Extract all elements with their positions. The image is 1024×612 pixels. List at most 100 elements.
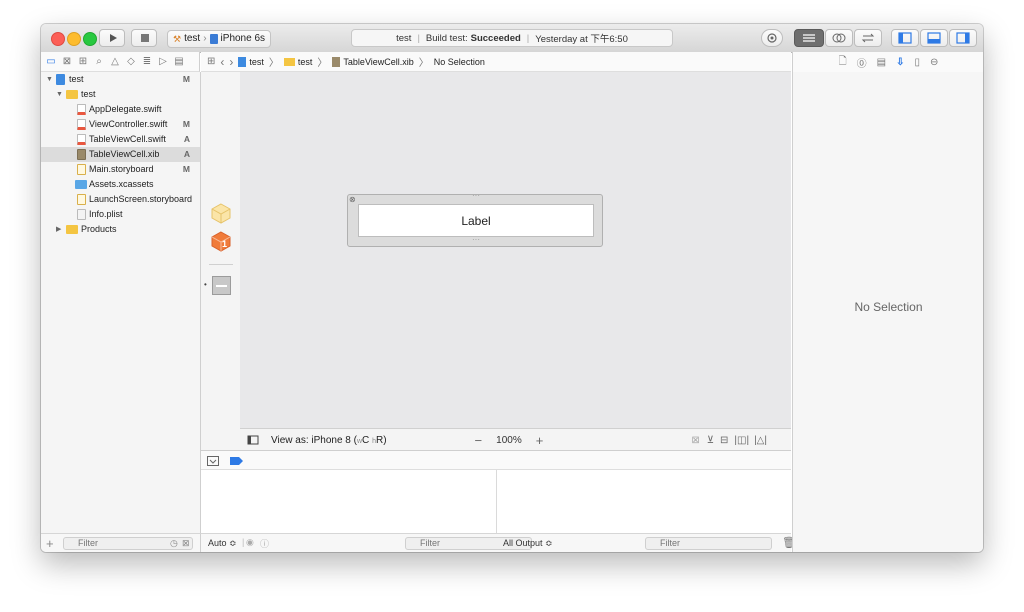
navigator-filter-bar: + ◷ ⊠ xyxy=(41,533,201,552)
quick-help-icon[interactable]: ⓪ xyxy=(857,55,867,70)
hide-debug-area-icon[interactable] xyxy=(207,456,219,466)
document-outline-toggle-icon[interactable] xyxy=(247,434,259,446)
console-view[interactable] xyxy=(497,470,791,533)
cell-label[interactable]: Label xyxy=(461,214,490,228)
disclosure-triangle-icon[interactable]: ▶ xyxy=(56,222,61,237)
assistant-editor-button[interactable] xyxy=(825,29,853,47)
canvas-bottom-bar: View as: iPhone 8 (wC hR) − 100% + ⊠ ⊻ ⊟… xyxy=(240,428,791,451)
breadcrumb-item[interactable]: test xyxy=(238,56,264,67)
standard-editor-button[interactable] xyxy=(794,29,824,47)
minimize-window-button[interactable] xyxy=(67,32,81,46)
inspector-pane: No Selection xyxy=(792,72,983,552)
table-view-cell[interactable]: ⊗ ··· ··· Label xyxy=(347,191,603,247)
forward-arrow-icon[interactable]: › xyxy=(229,55,233,69)
stop-button[interactable] xyxy=(131,29,157,47)
recent-files-icon[interactable]: ◷ xyxy=(170,538,178,549)
info-icon[interactable]: ⓘ xyxy=(260,537,269,550)
library-button[interactable] xyxy=(761,29,783,47)
breadcrumb-label: test xyxy=(297,56,313,67)
status-badge: A xyxy=(183,134,190,144)
tree-item-file[interactable]: TableViewCell.swift A xyxy=(41,132,200,147)
scheme-selector[interactable]: ⚒ test › iPhone 6s xyxy=(167,30,272,48)
symbol-navigator-icon[interactable]: ⊞ xyxy=(77,56,89,68)
assets-folder-icon xyxy=(75,180,87,189)
file-inspector-icon[interactable]: 🗋 xyxy=(839,54,847,71)
toggle-inspector-button[interactable] xyxy=(949,29,977,47)
chevron-right-icon: 〉 xyxy=(268,58,279,69)
variables-scope-selector[interactable]: Auto ≎ xyxy=(208,538,237,549)
tree-item-file[interactable]: ViewController.swift M xyxy=(41,117,200,132)
interface-builder-canvas[interactable]: ⊗ ··· ··· Label xyxy=(240,72,791,428)
issue-icon[interactable]: △ xyxy=(109,56,121,68)
document-outline-strip: 1 • xyxy=(201,72,241,450)
breakpoint-navigator-icon[interactable]: ▷ xyxy=(157,56,169,68)
debug-navigator-icon[interactable]: ≣ xyxy=(141,56,153,68)
report-navigator-icon[interactable]: ▤ xyxy=(173,56,185,68)
resolve-issues-icon[interactable]: |△| xyxy=(754,435,767,446)
toggle-navigator-button[interactable] xyxy=(891,29,919,47)
close-window-button[interactable] xyxy=(51,32,65,46)
tree-item-file[interactable]: LaunchScreen.storyboard xyxy=(41,192,200,207)
device-icon xyxy=(209,34,218,44)
variables-view[interactable] xyxy=(201,470,497,533)
disclosure-triangle-icon[interactable]: ▼ xyxy=(46,72,53,87)
files-owner-icon[interactable] xyxy=(210,202,232,224)
table-cell-object-icon[interactable] xyxy=(212,276,231,295)
update-frames-icon[interactable]: ⊠ xyxy=(691,435,699,446)
tree-item-group[interactable]: ▶ Products xyxy=(41,222,200,237)
attributes-inspector-icon[interactable]: ⇩ xyxy=(896,57,904,68)
identity-inspector-icon[interactable]: ▤ xyxy=(877,57,886,68)
tree-item-group[interactable]: ▼ test xyxy=(41,87,200,102)
activity-time: Yesterday at 下午6:50 xyxy=(535,34,628,45)
zoom-in-icon[interactable]: + xyxy=(536,433,544,448)
tree-item-file-selected[interactable]: TableViewCell.xib A xyxy=(41,147,200,162)
run-button[interactable] xyxy=(99,29,125,47)
test-icon[interactable]: ◇ xyxy=(125,56,137,68)
pin-icon[interactable]: |◫| xyxy=(734,435,749,446)
tree-item-label: test xyxy=(81,89,96,99)
first-responder-icon[interactable] xyxy=(210,230,232,252)
tree-item-label: ViewController.swift xyxy=(89,119,168,129)
navigator-selector-bar: ▭ ⊠ ⊞ ⌕ △ ◇ ≣ ▷ ▤ xyxy=(41,52,200,72)
cell-content-view[interactable]: Label xyxy=(358,204,594,237)
activity-viewer: test | Build test: Succeeded | Yesterday… xyxy=(351,29,673,47)
add-icon[interactable]: + xyxy=(46,536,54,551)
resize-handle-top-icon[interactable]: ··· xyxy=(472,191,480,200)
connections-inspector-icon[interactable]: ⊖ xyxy=(930,57,938,68)
inspector-selector-bar: 🗋 ⓪ ▤ ⇩ ▯ ⊖ xyxy=(792,52,983,73)
version-editor-button[interactable] xyxy=(854,29,882,47)
embed-in-icon[interactable]: ⊻ xyxy=(707,435,714,446)
first-responder-badge: 1 xyxy=(222,239,228,249)
back-arrow-icon[interactable]: ‹ xyxy=(220,55,224,69)
zoom-window-button[interactable] xyxy=(83,32,97,46)
console-filter-input[interactable] xyxy=(645,537,772,550)
breakpoints-toggle-icon[interactable] xyxy=(230,457,243,465)
align-icon[interactable]: ⊟ xyxy=(720,435,728,446)
source-control-icon[interactable]: ⊠ xyxy=(61,56,73,68)
xib-file-icon xyxy=(332,56,341,67)
toolbar: ⚒ test › iPhone 6s test | Build test: Su… xyxy=(41,24,983,53)
size-inspector-icon[interactable]: ▯ xyxy=(914,57,920,68)
tree-item-file[interactable]: Assets.xcassets xyxy=(41,177,200,192)
disclosure-triangle-icon[interactable]: ▼ xyxy=(56,87,63,102)
xcode-window: ⚒ test › iPhone 6s test | Build test: Su… xyxy=(41,24,983,552)
close-scene-icon[interactable]: ⊗ xyxy=(349,195,356,204)
tree-item-file[interactable]: AppDelegate.swift xyxy=(41,102,200,117)
source-control-filter-icon[interactable]: ⊠ xyxy=(182,538,190,549)
breadcrumb-item[interactable]: test xyxy=(283,56,313,67)
output-selector[interactable]: All Output ≎ xyxy=(503,538,553,549)
toggle-debug-area-button[interactable] xyxy=(920,29,948,47)
breadcrumb-item[interactable]: No Selection xyxy=(434,57,485,67)
tree-item-file[interactable]: Info.plist xyxy=(41,207,200,222)
find-icon[interactable]: ⌕ xyxy=(93,56,105,68)
related-items-icon[interactable]: ⊞ xyxy=(207,56,215,67)
view-as-label[interactable]: View as: iPhone 8 (wC hR) xyxy=(271,435,387,446)
tree-item-file[interactable]: Main.storyboard M xyxy=(41,162,200,177)
zoom-out-icon[interactable]: − xyxy=(475,433,483,448)
tree-item-project[interactable]: ▼ test M xyxy=(41,72,200,87)
inspector-panel-icon xyxy=(956,32,970,44)
project-navigator-icon[interactable]: ▭ xyxy=(45,56,57,68)
tree-item-label: Products xyxy=(81,224,117,234)
breadcrumb-item[interactable]: TableViewCell.xib xyxy=(332,56,414,67)
quick-look-icon[interactable]: ◉ xyxy=(246,537,254,548)
